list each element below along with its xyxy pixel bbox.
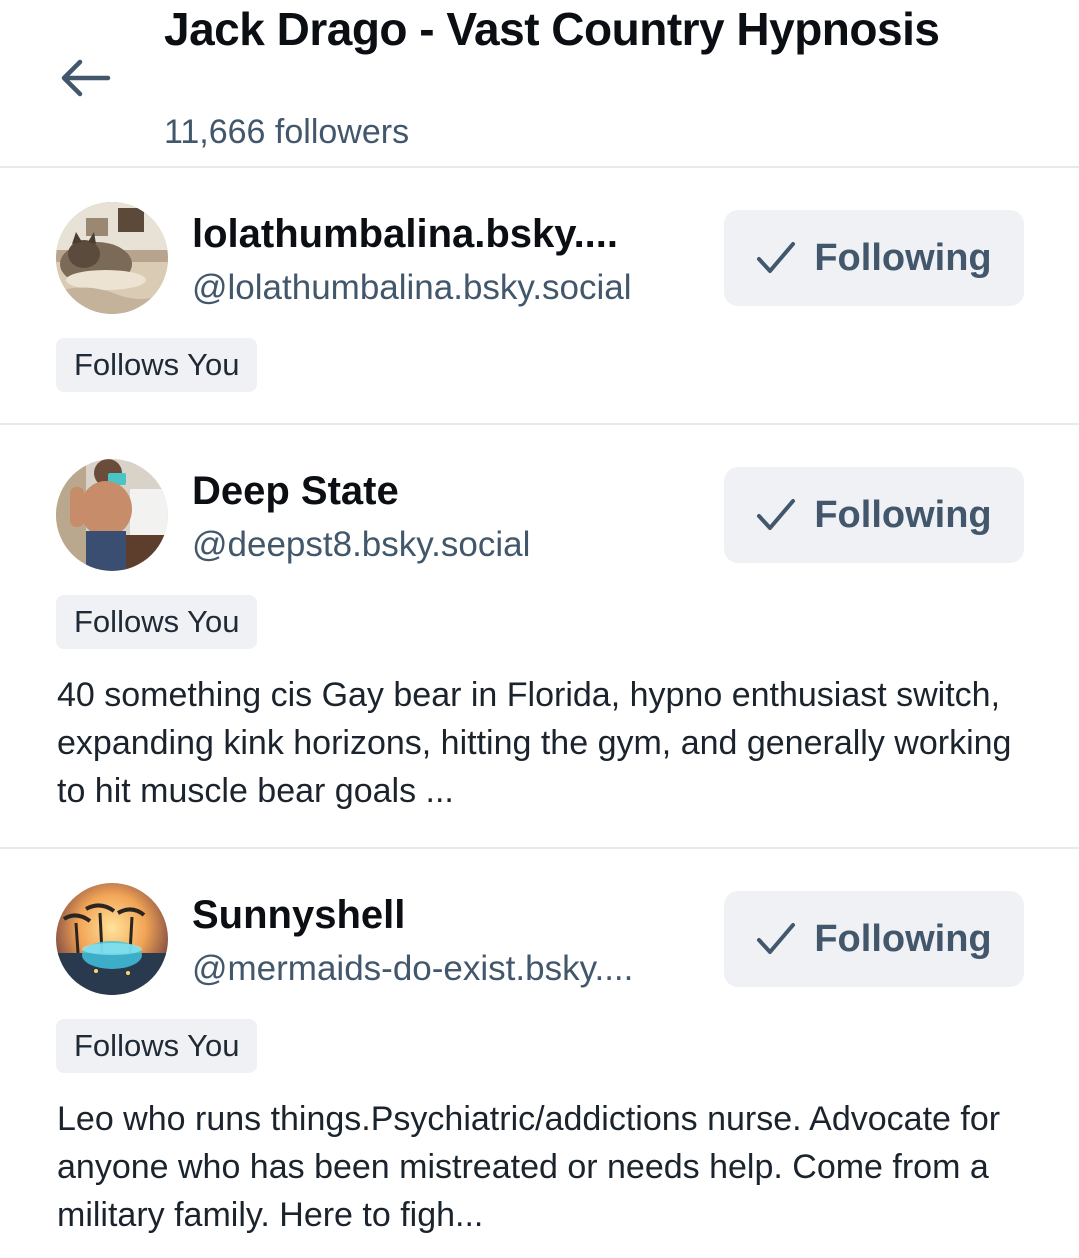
following-button[interactable]: Following (724, 467, 1024, 563)
following-button-label: Following (814, 917, 992, 960)
user-handle: @mermaids-do-exist.bsky.... (192, 949, 634, 988)
followers-count: 11,666 followers (164, 113, 410, 151)
page-title: Jack Drago - Vast Country Hypnosis (164, 3, 940, 55)
following-button-label: Following (814, 236, 992, 279)
user-display-name: Sunnyshell (192, 893, 406, 937)
user-card[interactable]: lolathumbalina.bsky.... @lolathumbalina.… (0, 168, 1079, 425)
user-handle: @lolathumbalina.bsky.social (192, 268, 632, 307)
follows-you-badge: Follows You (56, 1019, 258, 1073)
following-button[interactable]: Following (724, 210, 1024, 306)
back-button[interactable] (54, 50, 114, 106)
follows-you-badge: Follows You (56, 595, 258, 649)
user-card[interactable]: Sunnyshell @mermaids-do-exist.bsky.... F… (0, 849, 1079, 1258)
arrow-left-icon (61, 59, 111, 97)
avatar[interactable] (56, 883, 168, 995)
user-bio: Leo who runs things.Psychiatric/addictio… (57, 1100, 1001, 1234)
user-display-name: Deep State (192, 469, 399, 513)
check-icon (757, 499, 796, 530)
page-header: Jack Drago - Vast Country Hypnosis 11,66… (0, 0, 1079, 168)
user-display-name: lolathumbalina.bsky.... (192, 212, 619, 256)
follows-you-badge: Follows You (56, 338, 258, 392)
check-icon (757, 242, 796, 273)
avatar[interactable] (56, 202, 168, 314)
user-bio: 40 something cis Gay bear in Florida, hy… (57, 676, 1012, 810)
following-button-label: Following (814, 493, 992, 536)
user-card[interactable]: Deep State @deepst8.bsky.social Followin… (0, 425, 1079, 849)
avatar[interactable] (56, 459, 168, 571)
user-handle: @deepst8.bsky.social (192, 525, 531, 564)
check-icon (757, 923, 796, 954)
following-button[interactable]: Following (724, 891, 1024, 987)
